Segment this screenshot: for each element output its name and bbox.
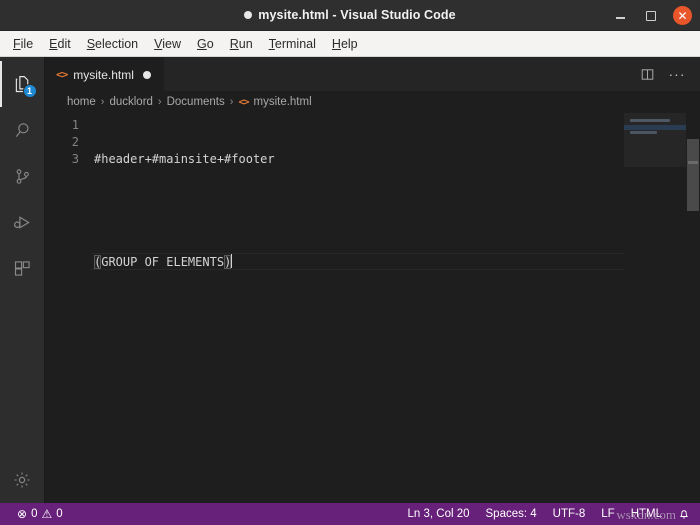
- cursor-position[interactable]: Ln 3, Col 20: [400, 503, 478, 525]
- line-number: 1: [71, 118, 79, 132]
- gear-icon: [12, 470, 32, 490]
- run-debug-icon: [12, 212, 33, 233]
- menu-run-mnemonic: R: [229, 36, 239, 51]
- minimap-slider[interactable]: [624, 113, 686, 167]
- menu-file-label: ile: [20, 36, 34, 51]
- editor-scrollbar[interactable]: [686, 113, 700, 503]
- line-number-gutter: 1 2 3: [45, 113, 91, 503]
- menu-help-mnemonic: H: [331, 36, 341, 51]
- breadcrumb-item-file[interactable]: mysite.html: [253, 96, 311, 108]
- tab-bar: <> mysite.html ···: [45, 57, 700, 91]
- title-bar: mysite.html - Visual Studio Code ✕: [0, 0, 700, 31]
- code-line-1[interactable]: #header+#mainsite+#footer: [91, 151, 624, 168]
- menu-view[interactable]: View: [147, 34, 188, 54]
- menu-edit-label: dit: [57, 36, 71, 51]
- menu-go[interactable]: Go: [190, 34, 221, 54]
- breadcrumb-item-home[interactable]: home: [67, 96, 96, 108]
- status-bar-right: Ln 3, Col 20 Spaces: 4 UTF-8 LF HTML: [400, 503, 700, 525]
- menu-help-label: elp: [340, 36, 358, 51]
- minimap[interactable]: [624, 113, 686, 503]
- minimap-current-line-highlight: [624, 125, 686, 130]
- workbench-body: 1 <> mysite.html ··· home › ducklord › D…: [0, 57, 700, 503]
- breadcrumb-item-ducklord[interactable]: ducklord: [109, 96, 152, 108]
- window-title-text: mysite.html - Visual Studio Code: [258, 8, 456, 22]
- html-icon: <>: [238, 96, 249, 108]
- explorer-badge: 1: [22, 84, 37, 98]
- close-paren: ): [224, 255, 232, 269]
- split-editor-icon[interactable]: [638, 65, 656, 83]
- activity-item-run-and-debug[interactable]: [0, 199, 45, 245]
- language-mode-status[interactable]: HTML: [623, 503, 670, 525]
- extensions-icon: [12, 258, 33, 279]
- menu-file-mnemonic: F: [13, 36, 21, 51]
- problems-status[interactable]: ⊗ 0 ⚠ 0: [9, 503, 71, 525]
- breadcrumb-separator: ›: [229, 96, 234, 108]
- editor-column: <> mysite.html ··· home › ducklord › Doc…: [45, 57, 700, 503]
- code-line-2[interactable]: [91, 202, 624, 219]
- breadcrumb-separator: ›: [100, 96, 105, 108]
- breadcrumb-item-documents[interactable]: Documents: [167, 96, 225, 108]
- menu-selection-mnemonic: S: [86, 36, 96, 51]
- menu-go-label: o: [206, 36, 214, 51]
- notifications-bell-icon[interactable]: [670, 503, 692, 525]
- tab-label: mysite.html: [73, 67, 134, 82]
- breadcrumb-separator: ›: [157, 96, 162, 108]
- maximize-button[interactable]: [642, 7, 660, 25]
- encoding-status[interactable]: UTF-8: [545, 503, 594, 525]
- unsaved-dot-icon[interactable]: [142, 70, 151, 79]
- breadcrumb: home › ducklord › Documents › <> mysite.…: [45, 91, 700, 113]
- error-icon: ⊗: [17, 507, 28, 521]
- eol-status[interactable]: LF: [593, 503, 622, 525]
- editor-area[interactable]: 1 2 3 #header+#mainsite+#footer (GROUP O…: [45, 113, 700, 503]
- close-button[interactable]: ✕: [673, 6, 692, 25]
- menu-view-label: iew: [162, 36, 182, 51]
- activity-item-extensions[interactable]: [0, 245, 45, 291]
- more-actions-icon[interactable]: ···: [668, 65, 686, 83]
- warning-icon: ⚠: [41, 507, 53, 521]
- activity-item-source-control[interactable]: [0, 153, 45, 199]
- code-content[interactable]: #header+#mainsite+#footer (GROUP OF ELEM…: [91, 113, 624, 503]
- warning-count: 0: [56, 508, 63, 520]
- search-icon: [12, 120, 33, 141]
- menu-edit[interactable]: Edit: [42, 34, 78, 54]
- menu-edit-mnemonic: E: [49, 36, 58, 51]
- minimap-line: [630, 131, 657, 134]
- tab-bar-filler: [165, 57, 634, 91]
- window-controls: ✕: [611, 0, 692, 31]
- tab-mysite-html[interactable]: <> mysite.html: [45, 57, 165, 91]
- menu-selection-label: election: [95, 36, 139, 51]
- indentation-status[interactable]: Spaces: 4: [478, 503, 545, 525]
- menu-bar: File Edit Selection View Go Run Terminal…: [0, 31, 700, 57]
- code-text: GROUP OF ELEMENTS: [101, 255, 225, 269]
- menu-go-mnemonic: G: [197, 36, 207, 51]
- menu-selection[interactable]: Selection: [80, 34, 145, 54]
- activity-item-explorer[interactable]: 1: [0, 61, 45, 107]
- vscode-window: mysite.html - Visual Studio Code ✕ File …: [0, 0, 700, 525]
- text-cursor: [231, 254, 233, 268]
- activity-bar: 1: [0, 57, 45, 503]
- code-line-3[interactable]: (GROUP OF ELEMENTS): [91, 253, 624, 270]
- menu-run[interactable]: Run: [223, 34, 260, 54]
- menu-terminal[interactable]: Terminal: [262, 34, 323, 54]
- activity-item-search[interactable]: [0, 107, 45, 153]
- error-count: 0: [31, 508, 38, 520]
- menu-terminal-label: erminal: [274, 36, 316, 51]
- activity-item-manage[interactable]: [0, 457, 45, 503]
- editor-actions: ···: [634, 57, 700, 91]
- scrollbar-decoration: [688, 161, 698, 164]
- line-number: 3: [71, 152, 79, 166]
- source-control-icon: [12, 166, 33, 187]
- code-text: #header+#mainsite+#footer: [94, 152, 275, 166]
- window-title: mysite.html - Visual Studio Code: [0, 8, 700, 22]
- status-bar-left: ⊗ 0 ⚠ 0: [0, 503, 71, 525]
- line-number: 2: [71, 135, 79, 149]
- menu-run-label: un: [238, 36, 253, 51]
- status-bar: ⊗ 0 ⚠ 0 Ln 3, Col 20 Spaces: 4 UTF-8 LF …: [0, 503, 700, 525]
- scrollbar-thumb[interactable]: [687, 139, 699, 211]
- menu-file[interactable]: File: [6, 34, 40, 54]
- minimize-button[interactable]: [611, 7, 629, 25]
- menu-help[interactable]: Help: [325, 34, 365, 54]
- unsaved-dot-icon: [244, 11, 253, 19]
- html-icon: <>: [56, 68, 68, 81]
